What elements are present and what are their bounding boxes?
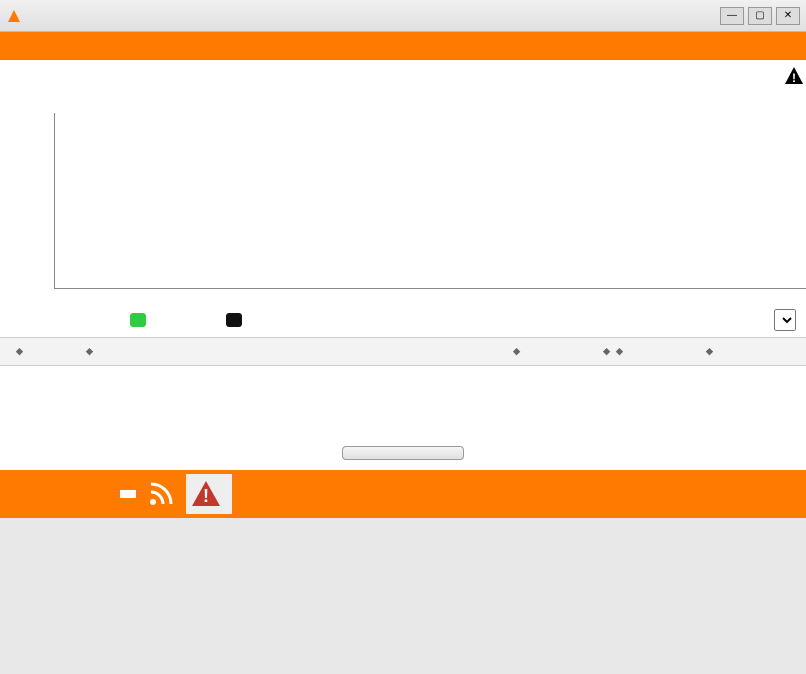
svg-text:!: ! <box>792 71 796 85</box>
update-alert-panel[interactable]: ! <box>186 474 232 514</box>
alert-icon[interactable]: ! <box>784 66 804 86</box>
stop-dispatch-button[interactable] <box>342 446 464 460</box>
minimize-button[interactable]: — <box>720 7 744 25</box>
table-header: ◆ ◆ ◆ ◆ ◆ ◆ <box>0 337 806 366</box>
legend-swatch-combined <box>226 313 242 327</box>
close-button[interactable]: ✕ <box>776 7 800 25</box>
peak-throughput <box>433 70 437 93</box>
warning-icon: ! <box>190 478 222 510</box>
graph-length-select[interactable] <box>774 309 796 331</box>
current-throughput <box>369 70 373 93</box>
footer: ! <box>0 470 806 518</box>
sort-icon[interactable]: ◆ <box>86 346 93 357</box>
blog-panel[interactable] <box>120 490 136 498</box>
titlebar: — ▢ ✕ <box>0 0 806 32</box>
menubar <box>0 32 806 60</box>
svg-text:!: ! <box>203 486 209 506</box>
sort-icon[interactable]: ◆ <box>603 346 610 357</box>
throughput-panel: ! <box>0 60 806 103</box>
sort-icon[interactable]: ◆ <box>16 346 23 357</box>
app-icon <box>6 8 22 24</box>
bandwidth-chart <box>0 103 806 303</box>
maximize-button[interactable]: ▢ <box>748 7 772 25</box>
legend-row <box>0 303 806 337</box>
sort-icon[interactable]: ◆ <box>706 346 713 357</box>
sort-icon[interactable]: ◆ <box>616 346 623 357</box>
sort-icon[interactable]: ◆ <box>513 346 520 357</box>
rss-icon[interactable] <box>142 475 180 513</box>
legend-swatch-highest <box>130 313 146 327</box>
